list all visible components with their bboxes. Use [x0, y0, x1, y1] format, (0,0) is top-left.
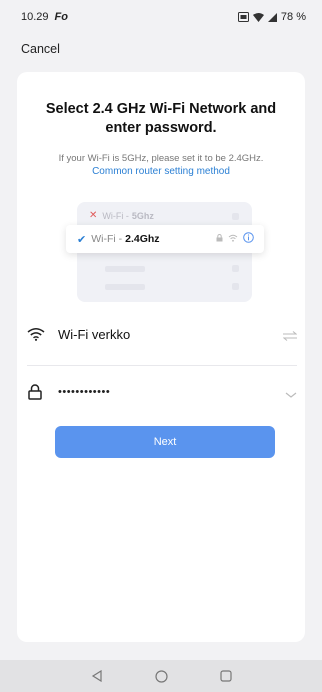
chevron-down-icon[interactable]	[285, 386, 297, 404]
cross-icon: ✕	[89, 210, 98, 221]
info-icon	[243, 232, 254, 246]
status-left: 10.29 Fo	[21, 11, 68, 23]
illus-24g-band: 2.4Ghz	[125, 233, 160, 245]
sim-icon	[237, 12, 249, 22]
illus-5g-prefix: Wi-Fi -	[102, 210, 129, 221]
wifi-network-name: Wi-Fi verkko	[58, 326, 131, 342]
battery-level: 78 %	[280, 11, 306, 23]
system-nav-bar	[0, 660, 322, 692]
cancel-button[interactable]: Cancel	[21, 42, 60, 56]
illus-5g-band: 5Ghz	[131, 210, 154, 221]
illus-row-5g: ✕ Wi-Fi - 5Ghz	[89, 210, 154, 221]
wifi-setup-card: Select 2.4 GHz Wi-Fi Network and enter p…	[17, 72, 305, 642]
status-right: 78 %	[237, 11, 306, 23]
lock-icon	[27, 384, 51, 400]
page-title: Select 2.4 GHz Wi-Fi Network and enter p…	[45, 101, 277, 136]
wifi-network-field[interactable]: Wi-Fi verkko	[27, 316, 298, 352]
illus-placeholder-bar	[105, 266, 145, 272]
wifi-signal-icon	[252, 12, 264, 22]
password-field[interactable]: ••••••••••••	[27, 374, 297, 410]
status-bar: 10.29 Fo 78 %	[0, 0, 322, 34]
illus-placeholder-dot	[232, 283, 239, 290]
wifi-icon	[27, 327, 51, 341]
cell-signal-icon	[267, 12, 277, 22]
illus-24g-prefix: Wi-Fi -	[91, 233, 123, 245]
status-time: 10.29	[21, 11, 49, 23]
password-input[interactable]: ••••••••••••	[58, 386, 297, 398]
router-setting-link[interactable]: Common router setting method	[17, 165, 305, 178]
check-icon: ✔	[77, 233, 87, 246]
illus-placeholder-dot	[232, 213, 239, 220]
lock-icon	[216, 233, 223, 245]
band-hint: If your Wi-Fi is 5GHz, please set it to …	[58, 153, 264, 164]
back-icon[interactable]	[91, 670, 103, 682]
switch-arrows-icon[interactable]	[282, 328, 298, 346]
illus-placeholder-bar	[105, 284, 145, 290]
status-app-badge: Fo	[54, 11, 68, 23]
home-icon[interactable]	[154, 669, 168, 683]
illus-placeholder-dot	[232, 265, 239, 272]
field-divider	[27, 365, 297, 366]
illus-row-24g: ✔ Wi-Fi - 2.4Ghz	[66, 225, 264, 253]
next-button[interactable]: Next	[55, 426, 275, 458]
wifi-icon	[228, 233, 238, 245]
illus-icons	[216, 232, 254, 246]
recents-icon[interactable]	[219, 670, 232, 682]
